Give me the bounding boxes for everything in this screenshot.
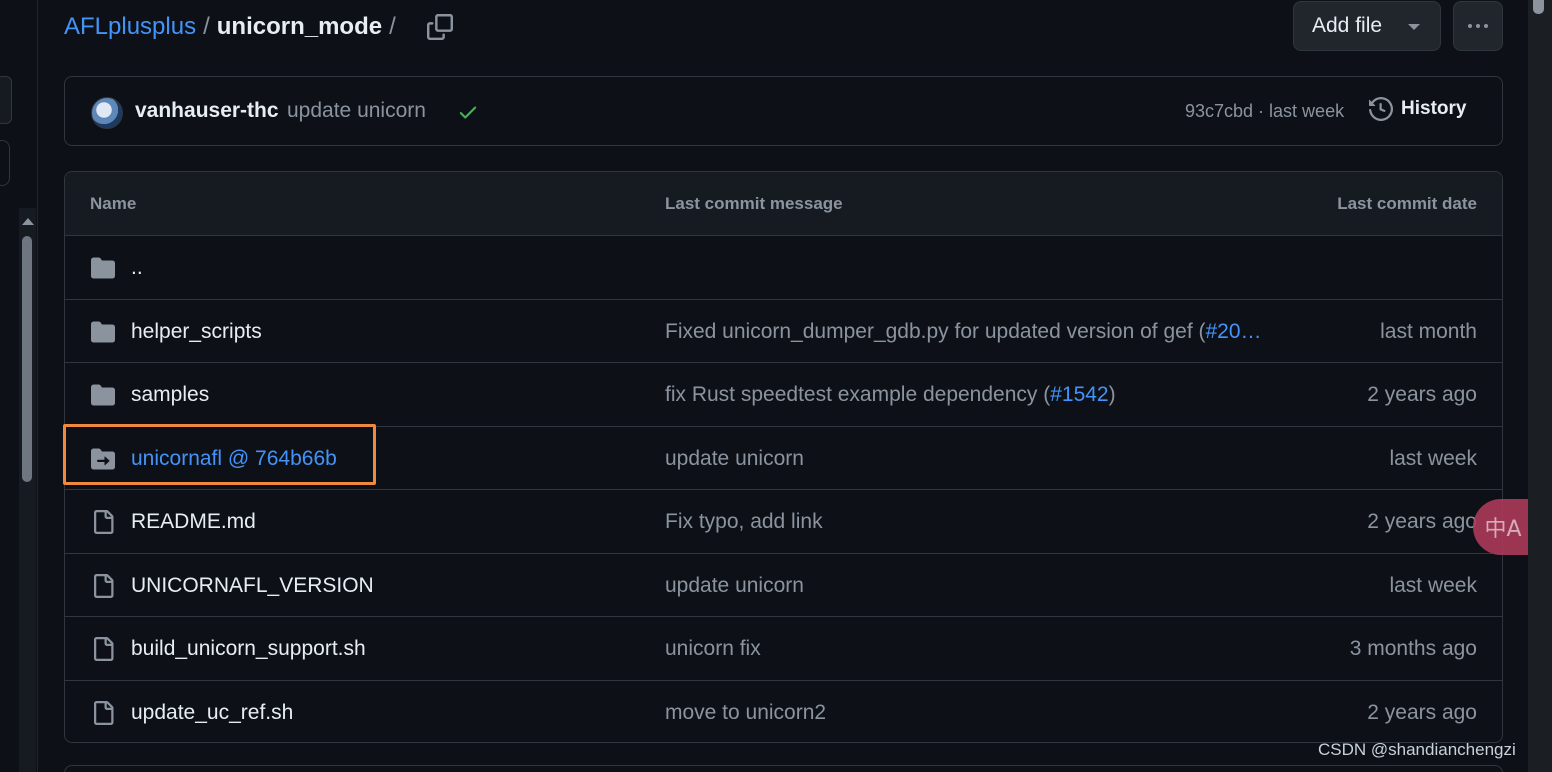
- column-header-date: Last commit date: [1337, 194, 1477, 213]
- row-name-link[interactable]: update_uc_ref.sh: [131, 701, 293, 725]
- file-icon: [94, 637, 114, 661]
- breadcrumb-trailing-separator: /: [389, 13, 396, 40]
- row-commit-message[interactable]: update unicorn: [665, 574, 804, 598]
- row-commit-message-text[interactable]: fix Rust speedtest example dependency (: [665, 383, 1050, 406]
- row-commit-date: 2 years ago: [1367, 383, 1477, 406]
- history-button[interactable]: History: [1369, 97, 1466, 121]
- row-commit-date: last week: [1389, 573, 1477, 597]
- avatar[interactable]: [91, 97, 123, 129]
- table-row[interactable]: README.md Fix typo, add link 2 years ago: [65, 490, 1502, 554]
- page-scrollbar-thumb[interactable]: [1533, 0, 1544, 14]
- scroll-up-arrow-icon[interactable]: [22, 218, 34, 225]
- table-row[interactable]: unicornafl @ 764b66b update unicorn last…: [65, 427, 1502, 490]
- file-icon: [94, 573, 114, 598]
- translate-button[interactable]: 中A: [1473, 499, 1533, 555]
- row-commit-message[interactable]: Fix typo, add link: [665, 510, 823, 534]
- row-commit-message[interactable]: fix Rust speedtest example dependency (#…: [665, 383, 1116, 407]
- commit-hash-and-time[interactable]: 93c7cbd · last week: [1185, 101, 1344, 122]
- row-name-link[interactable]: build_unicorn_support.sh: [131, 637, 366, 661]
- row-commit-message[interactable]: Fixed unicorn_dumper_gdb.py for updated …: [665, 320, 1262, 344]
- pr-link[interactable]: #20…: [1206, 320, 1262, 343]
- copy-icon: [427, 14, 453, 40]
- row-commit-message-suffix[interactable]: ): [1109, 383, 1116, 406]
- left-sidebar-strip: [0, 0, 38, 772]
- sidebar-collapsed-tab-2[interactable]: [0, 140, 10, 186]
- add-file-label: Add file: [1312, 14, 1383, 37]
- table-row-parent-directory[interactable]: ..: [65, 236, 1502, 300]
- watermark: CSDN @shandianchengzi: [1318, 740, 1516, 759]
- submodule-icon: [91, 448, 115, 469]
- row-commit-date: 3 months ago: [1349, 637, 1477, 660]
- row-name-link[interactable]: README.md: [131, 510, 256, 534]
- row-name-link[interactable]: samples: [131, 383, 209, 407]
- column-header-name: Name: [90, 194, 137, 213]
- row-name-link[interactable]: UNICORNAFL_VERSION: [131, 574, 374, 598]
- latest-commit-box: vanhauser-thc update unicorn 93c7cbd · l…: [64, 76, 1503, 146]
- breadcrumb-separator: /: [203, 13, 210, 40]
- row-commit-message[interactable]: update unicorn: [665, 447, 804, 471]
- file-icon: [94, 700, 114, 725]
- table-row[interactable]: UNICORNAFL_VERSION update unicorn last w…: [65, 554, 1502, 617]
- sidebar-collapsed-tab[interactable]: [0, 76, 12, 124]
- sidebar-scrollbar[interactable]: [19, 208, 36, 772]
- row-commit-message-text[interactable]: Fixed unicorn_dumper_gdb.py for updated …: [665, 320, 1206, 343]
- file-table: Name Last commit message Last commit dat…: [64, 171, 1503, 743]
- check-icon[interactable]: [457, 101, 479, 123]
- submodule-link[interactable]: unicornafl @ 764b66b: [131, 447, 337, 471]
- file-icon: [94, 510, 114, 534]
- table-row[interactable]: build_unicorn_support.sh unicorn fix 3 m…: [65, 617, 1502, 681]
- row-commit-date: 2 years ago: [1367, 700, 1477, 724]
- table-header: Name Last commit message Last commit dat…: [65, 172, 1502, 236]
- row-name-link[interactable]: ..: [131, 256, 143, 280]
- commit-message-link[interactable]: update unicorn: [287, 99, 426, 123]
- more-options-button[interactable]: [1453, 1, 1503, 51]
- translate-icon: 中A: [1484, 517, 1522, 542]
- scrollbar-thumb[interactable]: [22, 236, 32, 482]
- commit-author-link[interactable]: vanhauser-thc: [135, 99, 279, 123]
- breadcrumb-repo-link[interactable]: AFLplusplus: [64, 13, 196, 41]
- page-scrollbar[interactable]: [1528, 0, 1552, 772]
- column-header-message: Last commit message: [665, 194, 843, 213]
- table-row[interactable]: samples fix Rust speedtest example depen…: [65, 363, 1502, 427]
- folder-icon: [91, 384, 115, 406]
- chevron-down-icon: [1408, 24, 1420, 30]
- pr-link[interactable]: #1542: [1050, 383, 1108, 406]
- breadcrumb: AFLplusplus / unicorn_mode /: [64, 10, 403, 44]
- row-commit-message[interactable]: move to unicorn2: [665, 701, 826, 725]
- kebab-horizontal-icon: [1468, 24, 1472, 28]
- row-name-link[interactable]: helper_scripts: [131, 320, 262, 344]
- copy-path-button[interactable]: [424, 12, 456, 42]
- row-commit-date: 2 years ago: [1367, 510, 1477, 533]
- add-file-button[interactable]: Add file: [1293, 1, 1441, 51]
- history-label: History: [1401, 98, 1467, 119]
- breadcrumb-current-folder: unicorn_mode: [216, 13, 383, 40]
- next-section-border: [64, 765, 1503, 772]
- history-icon: [1369, 97, 1393, 121]
- folder-icon: [91, 321, 115, 342]
- table-row[interactable]: helper_scripts Fixed unicorn_dumper_gdb.…: [65, 300, 1502, 363]
- table-row[interactable]: update_uc_ref.sh move to unicorn2 2 year…: [65, 681, 1502, 743]
- row-commit-date: last month: [1380, 319, 1477, 343]
- folder-icon: [91, 257, 115, 279]
- row-commit-message[interactable]: unicorn fix: [665, 637, 761, 661]
- row-commit-date: last week: [1389, 446, 1477, 470]
